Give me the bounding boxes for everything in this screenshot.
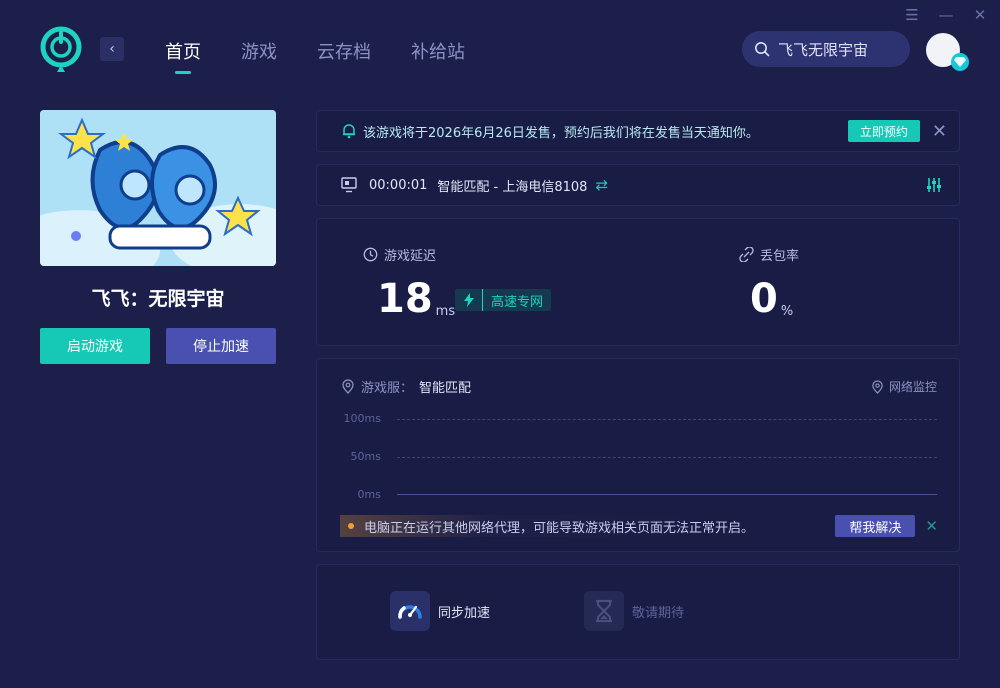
proxy-warning-bar: 电脑正在运行其他网络代理，可能导致游戏相关页面无法正常开启。 帮我解决 ✕: [340, 515, 938, 537]
grid-line-50ms: [397, 457, 937, 458]
metrics-card: 游戏延迟 18 ms 高速专网 丢包率 0 %: [316, 218, 960, 346]
latency-label-text: 游戏延迟: [384, 249, 437, 264]
network-monitor-link-text: 网络监控: [888, 380, 937, 394]
game-server-value[interactable]: 智能匹配: [419, 377, 471, 396]
search-input[interactable]: 飞飞无限宇宙: [778, 39, 868, 60]
monitor-icon: [341, 177, 357, 193]
clock-icon: [363, 247, 378, 262]
window-controls: ☰ — ✕: [904, 6, 988, 24]
packet-loss-value: 0: [750, 276, 778, 322]
chevron-left-icon: ‹: [109, 41, 115, 57]
nav-item-games[interactable]: 游戏: [241, 38, 277, 64]
app-logo-icon[interactable]: [40, 26, 82, 74]
close-icon[interactable]: ✕: [932, 121, 947, 142]
tool-sync-boost[interactable]: 同步加速: [390, 591, 490, 631]
back-button[interactable]: ‹: [100, 37, 124, 61]
connection-status-bar: 00:00:01 智能匹配 - 上海电信8108 ⇄: [316, 164, 960, 206]
tools-card: 同步加速 敬请期待: [316, 564, 960, 660]
latency-readout: 18 ms: [377, 279, 455, 319]
tool-sync-boost-label: 同步加速: [438, 605, 491, 621]
switch-route-icon[interactable]: ⇄: [595, 176, 608, 194]
packet-loss-label: 丢包率: [739, 245, 799, 264]
notice-text: 该游戏将于2026年6月26日发售，预约后我们将在发售当天通知你。: [363, 125, 759, 141]
boost-timer: 00:00:01: [369, 177, 428, 193]
release-notice-bar: 该游戏将于2026年6月26日发售，预约后我们将在发售当天通知你。 立即预约 ✕: [316, 110, 960, 152]
search-icon: [755, 42, 770, 57]
search-box[interactable]: 飞飞无限宇宙: [742, 31, 910, 67]
location-pin-icon: [872, 379, 883, 394]
tool-coming-soon-label: 敬请期待: [632, 605, 685, 621]
route-label: 智能匹配 - 上海电信8108: [437, 179, 588, 195]
vip-diamond-icon: [951, 53, 969, 71]
help-me-fix-button[interactable]: 帮我解决: [835, 515, 916, 537]
warning-text: 电脑正在运行其他网络代理，可能导致游戏相关页面无法正常开启。: [364, 520, 755, 536]
speedometer-icon: [390, 591, 430, 631]
warning-dot-icon: [348, 523, 354, 529]
fast-network-tag-text: 高速专网: [491, 294, 544, 310]
location-pin-icon: [342, 379, 354, 394]
start-game-button[interactable]: 启动游戏: [40, 328, 150, 364]
nav-item-supply[interactable]: 补给站: [411, 38, 465, 64]
game-server-label: 游戏服：: [361, 381, 414, 396]
network-monitor-link[interactable]: 网络监控: [871, 378, 937, 395]
game-title: 飞飞：无限宇宙: [91, 288, 225, 310]
packet-loss-readout: 0 %: [750, 279, 793, 319]
latency-value: 18: [377, 276, 433, 322]
menu-icon[interactable]: ☰: [904, 6, 920, 24]
game-cover-image: [40, 110, 276, 266]
y-tick-0ms: 0ms: [357, 488, 381, 501]
packet-loss-unit: %: [780, 304, 794, 319]
grid-baseline: [397, 494, 937, 495]
stop-boost-button[interactable]: 停止加速: [166, 328, 276, 364]
tool-coming-soon: 敬请期待: [584, 591, 684, 631]
broken-link-icon: [739, 247, 754, 262]
lightning-icon: [455, 289, 483, 311]
latency-label: 游戏延迟: [363, 245, 436, 264]
settings-sliders-icon[interactable]: [925, 176, 943, 194]
hourglass-icon: [584, 591, 624, 631]
close-icon[interactable]: ✕: [972, 6, 988, 24]
close-icon[interactable]: ✕: [925, 517, 938, 535]
bell-icon: [343, 124, 355, 139]
y-tick-100ms: 100ms: [343, 412, 381, 425]
reserve-now-button[interactable]: 立即预约: [847, 120, 920, 142]
game-server-row: 游戏服： 智能匹配: [341, 377, 471, 396]
grid-line-100ms: [397, 419, 937, 420]
nav-item-cloud-save[interactable]: 云存档: [317, 38, 371, 64]
latency-unit: ms: [435, 304, 456, 319]
minimize-icon[interactable]: —: [938, 6, 954, 24]
main-nav: 首页 游戏 云存档 补给站: [165, 38, 505, 64]
nav-item-home[interactable]: 首页: [165, 38, 201, 64]
fast-network-tag: 高速专网: [455, 289, 552, 311]
packet-loss-label-text: 丢包率: [760, 249, 800, 264]
y-tick-50ms: 50ms: [350, 450, 381, 463]
